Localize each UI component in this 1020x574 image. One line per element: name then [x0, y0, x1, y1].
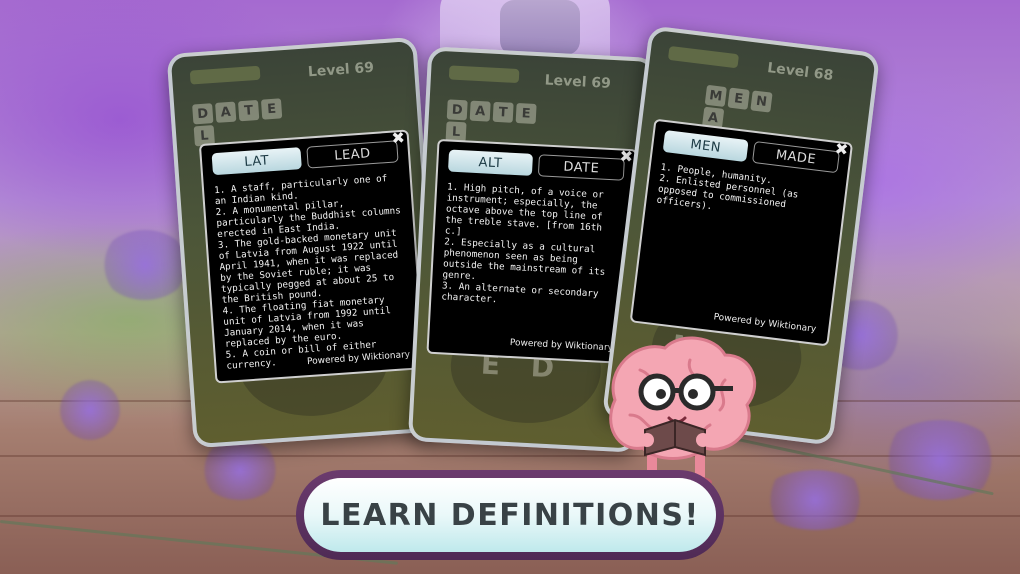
lavander-blur — [100, 230, 190, 300]
letter-tile: N — [750, 90, 773, 113]
tab-men[interactable]: MEN — [662, 129, 749, 163]
tab-alt[interactable]: ALT — [447, 149, 534, 176]
letter-tile: M — [704, 84, 727, 108]
cta-frame: LEARN DEFINITIONS! — [296, 470, 724, 560]
tab-lead[interactable]: LEAD — [306, 140, 399, 169]
word-tiles: D A T E — [192, 98, 283, 125]
definition-list: 1. A staff, particularly one of an India… — [214, 172, 413, 372]
level-label: Level 69 — [544, 72, 612, 92]
word-tiles: D A T E — [446, 99, 537, 125]
letter-tile: A — [215, 101, 237, 123]
word-tabs: LAT LEAD — [211, 140, 399, 176]
level-label: Level 69 — [307, 59, 375, 81]
tab-made[interactable]: MADE — [751, 140, 840, 174]
lavander-blur — [760, 470, 870, 530]
lavander-blur — [60, 380, 120, 440]
letter-tile: E — [260, 98, 283, 120]
background-jar-cork — [500, 0, 580, 55]
definition-list: 1. High pitch, of a voice or instrument;… — [441, 181, 623, 311]
letter-tile: D — [192, 103, 214, 125]
close-icon[interactable]: ✖ — [391, 128, 406, 148]
brain-mascot-icon — [609, 336, 757, 487]
close-icon[interactable]: ✖ — [834, 139, 850, 159]
learn-definitions-button[interactable]: LEARN DEFINITIONS! — [304, 478, 716, 552]
definition-item: 1. High pitch, of a voice or instrument;… — [444, 181, 604, 238]
close-icon[interactable]: ✖ — [619, 146, 633, 166]
letter-tile: E — [727, 87, 750, 110]
letter-tile: D — [446, 99, 468, 121]
tab-date[interactable]: DATE — [537, 154, 625, 181]
definition-list: 1. People, humanity. 2. Enlisted personn… — [656, 162, 836, 227]
lavander-blur — [880, 420, 1000, 500]
level-label: Level 68 — [766, 60, 835, 84]
letter-tile: E — [515, 102, 537, 125]
definition-popup: ✖ MEN MADE 1. People, humanity. 2. Enlis… — [629, 118, 854, 347]
phone-card-lat: Level 69 D A T E L E D ✖ LAT LEAD 1. A s… — [166, 36, 444, 449]
definition-popup: ✖ LAT LEAD 1. A staff, particularly one … — [198, 128, 426, 384]
lavander-blur — [200, 440, 280, 500]
letter-tile: A — [469, 100, 491, 122]
tab-lat[interactable]: LAT — [211, 147, 302, 176]
letter-tile: T — [492, 101, 514, 123]
word-tabs: ALT DATE — [447, 149, 625, 181]
letter-tile: T — [237, 99, 260, 122]
